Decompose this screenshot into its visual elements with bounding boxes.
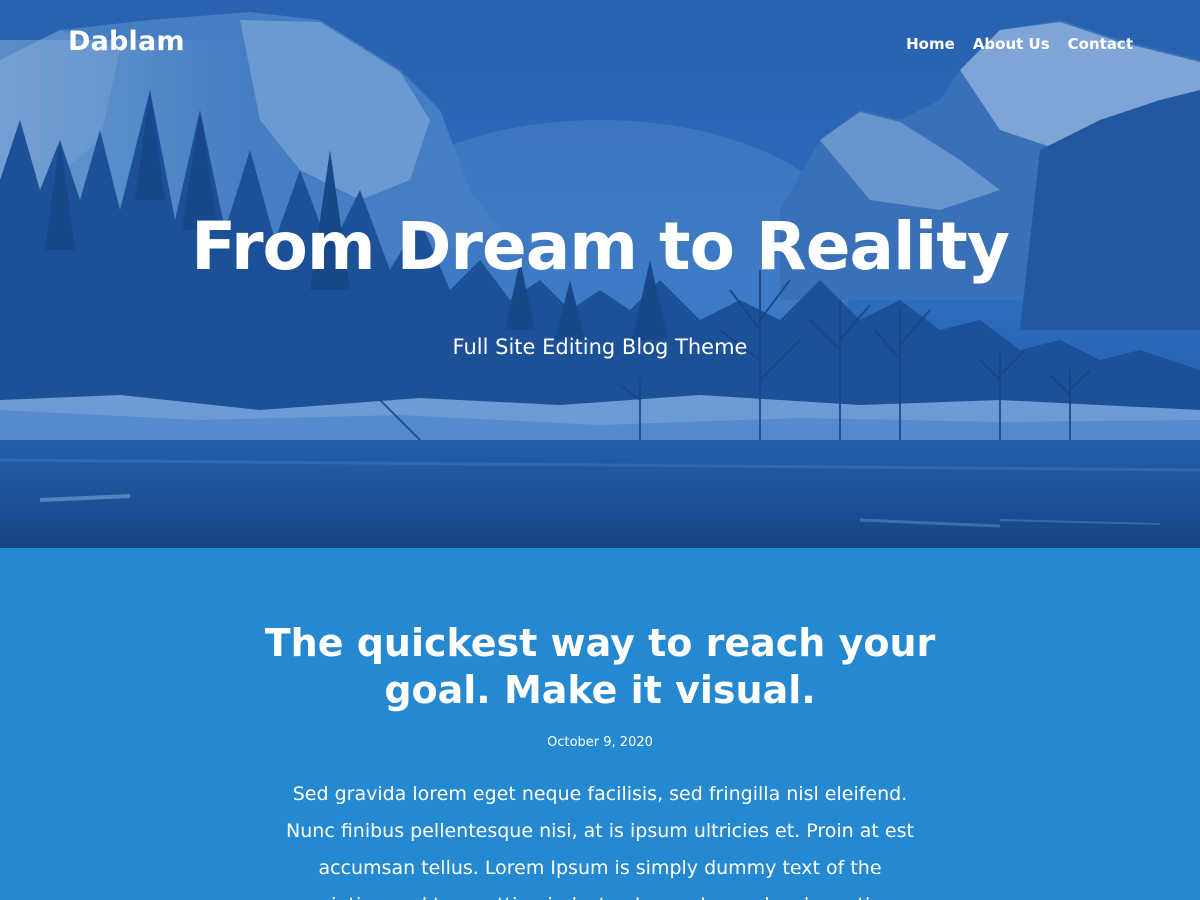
main-navigation: Home About Us Contact <box>906 35 1133 53</box>
hero-title: From Dream to Reality <box>191 208 1010 285</box>
nav-item-about-us[interactable]: About Us <box>973 35 1050 53</box>
hero-subtitle: Full Site Editing Blog Theme <box>452 335 748 359</box>
site-title[interactable]: Dablam <box>68 26 185 57</box>
nav-item-home[interactable]: Home <box>906 35 955 53</box>
post-title[interactable]: The quickest way to reach your goal. Mak… <box>250 620 950 714</box>
nav-item-contact[interactable]: Contact <box>1068 35 1133 53</box>
post-date: October 9, 2020 <box>547 735 653 750</box>
hero-section: Dablam Home About Us Contact From Dream … <box>0 0 1200 548</box>
post-section: The quickest way to reach your goal. Mak… <box>0 548 1200 900</box>
post-excerpt: Sed gravida lorem eget neque facilisis, … <box>286 783 914 900</box>
site-header: Dablam Home About Us Contact <box>0 0 1200 90</box>
